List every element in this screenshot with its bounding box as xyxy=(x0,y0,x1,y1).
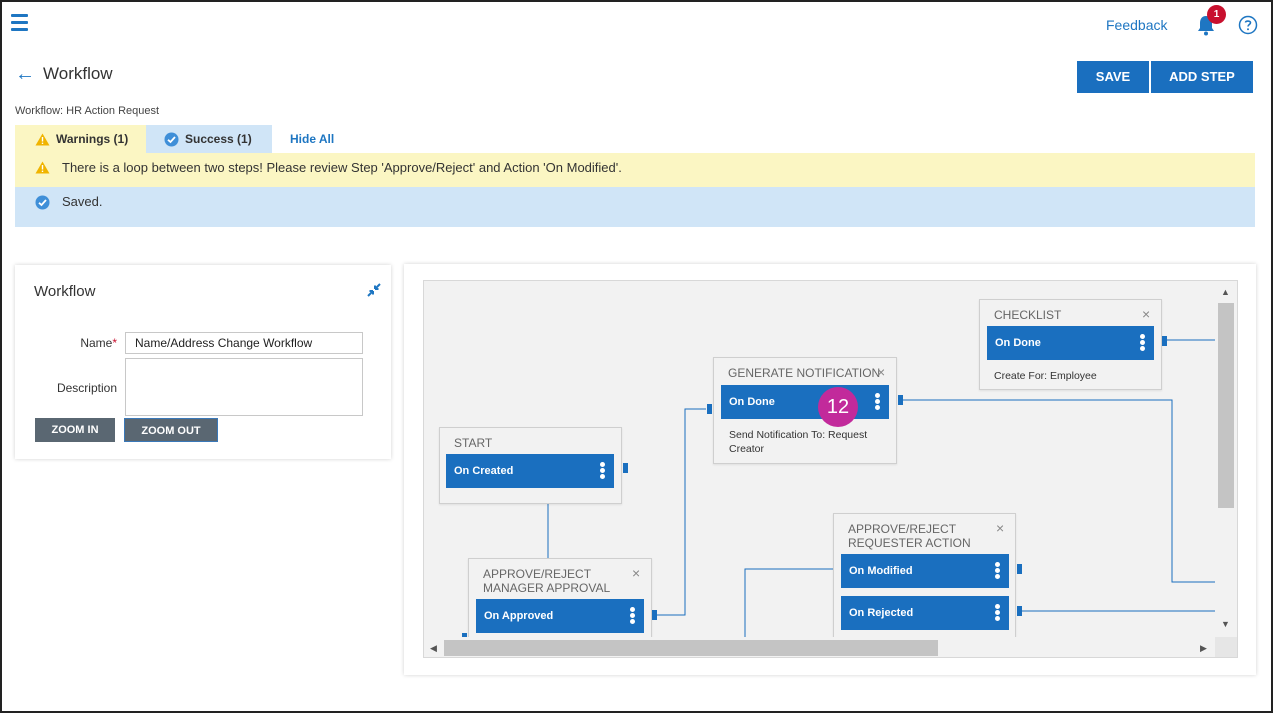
connector-port[interactable] xyxy=(1017,564,1022,574)
more-vertical-icon[interactable] xyxy=(995,604,1001,622)
save-button[interactable]: SAVE xyxy=(1077,61,1149,93)
workflow-form-card: Workflow Name* Description ZOOM IN ZOOM … xyxy=(15,265,391,459)
node-title: APPROVE/REJECT REQUESTER ACTION xyxy=(848,522,971,550)
connector-port[interactable] xyxy=(707,404,712,414)
required-mark: * xyxy=(112,336,117,350)
zoom-out-button[interactable]: ZOOM OUT xyxy=(124,418,218,442)
hide-all-link[interactable]: Hide All xyxy=(290,125,334,153)
step-number-badge: 12 xyxy=(818,387,858,427)
scroll-up-icon[interactable]: ▲ xyxy=(1221,287,1230,297)
vertical-scroll-thumb[interactable] xyxy=(1218,303,1234,508)
generate-notification-node[interactable]: GENERATE NOTIFICATION × On Done Send Not… xyxy=(713,357,897,464)
connector-port[interactable] xyxy=(652,610,657,620)
warning-message-bar: There is a loop between two steps! Pleas… xyxy=(15,153,1255,187)
tab-success-label: Success (1) xyxy=(185,132,252,146)
connector-port[interactable] xyxy=(898,395,903,405)
close-icon[interactable]: × xyxy=(1142,306,1150,322)
close-icon[interactable]: × xyxy=(877,364,885,380)
menu-icon[interactable] xyxy=(11,14,28,34)
on-approved-action[interactable]: On Approved xyxy=(476,599,644,633)
close-icon[interactable]: × xyxy=(632,565,640,581)
node-note: Send Notification To: Request xyxy=(729,429,868,441)
scroll-down-icon[interactable]: ▼ xyxy=(1221,619,1230,629)
notification-badge: 1 xyxy=(1207,5,1226,24)
action-label: On Modified xyxy=(849,565,913,577)
connector-port[interactable] xyxy=(1017,606,1022,616)
start-node[interactable]: START On Created xyxy=(439,427,622,504)
vertical-scrollbar[interactable]: ▲ ▼ xyxy=(1215,281,1237,657)
workflow-subtitle: Workflow: HR Action Request xyxy=(15,105,160,117)
action-label: On Rejected xyxy=(849,607,914,619)
feedback-link[interactable]: Feedback xyxy=(1106,17,1167,33)
node-note: Create For: Employee xyxy=(994,370,1097,382)
tab-warnings-label: Warnings (1) xyxy=(56,132,129,146)
action-label: On Created xyxy=(454,465,514,477)
node-title: START xyxy=(454,436,493,450)
workflow-canvas[interactable]: START On Created GENERATE NOTIFICATION ×… xyxy=(423,280,1238,658)
name-label: Name* xyxy=(80,336,117,350)
form-title: Workflow xyxy=(34,283,96,300)
warning-icon xyxy=(35,133,50,146)
warning-icon xyxy=(35,161,50,174)
help-icon[interactable] xyxy=(1238,15,1258,35)
tab-warnings[interactable]: Warnings (1) xyxy=(15,125,146,153)
warning-message-text: There is a loop between two steps! Pleas… xyxy=(62,160,622,175)
on-modified-action[interactable]: On Modified xyxy=(841,554,1009,588)
node-title: CHECKLIST xyxy=(994,308,1062,322)
workflow-canvas-card: START On Created GENERATE NOTIFICATION ×… xyxy=(404,264,1256,675)
back-arrow-icon[interactable]: ← xyxy=(15,64,35,84)
add-step-button[interactable]: ADD STEP xyxy=(1151,61,1253,93)
name-input[interactable] xyxy=(125,332,363,354)
node-title: APPROVE/REJECT MANAGER APPROVAL xyxy=(483,567,611,595)
description-label: Description xyxy=(56,381,117,395)
action-label: On Done xyxy=(995,337,1041,349)
success-message-text: Saved. xyxy=(62,194,103,209)
node-title: GENERATE NOTIFICATION xyxy=(728,366,881,380)
horizontal-scrollbar[interactable]: ◀ ▶ xyxy=(424,637,1215,657)
on-done-action[interactable]: On Done xyxy=(721,385,889,419)
on-created-action[interactable]: On Created xyxy=(446,454,614,488)
more-vertical-icon[interactable] xyxy=(875,393,881,411)
connector-port[interactable] xyxy=(623,463,628,473)
success-message-bar: Saved. xyxy=(15,187,1255,227)
more-vertical-icon[interactable] xyxy=(600,462,606,480)
check-circle-icon xyxy=(35,195,50,210)
more-vertical-icon[interactable] xyxy=(1140,334,1146,352)
scroll-left-icon[interactable]: ◀ xyxy=(430,643,437,654)
more-vertical-icon[interactable] xyxy=(630,607,636,625)
action-label: On Approved xyxy=(484,610,554,622)
zoom-in-button[interactable]: ZOOM IN xyxy=(35,418,115,442)
horizontal-scroll-thumb[interactable] xyxy=(444,640,938,656)
check-circle-icon xyxy=(164,132,179,147)
connector-port[interactable] xyxy=(1162,336,1167,346)
page-title: Workflow xyxy=(43,64,113,83)
more-vertical-icon[interactable] xyxy=(995,562,1001,580)
node-note: Creator xyxy=(729,443,765,455)
collapse-icon[interactable] xyxy=(365,281,383,299)
description-input[interactable] xyxy=(125,358,363,416)
checklist-on-done-action[interactable]: On Done xyxy=(987,326,1154,360)
tab-success[interactable]: Success (1) xyxy=(146,125,272,153)
scroll-right-icon[interactable]: ▶ xyxy=(1200,643,1207,654)
checklist-node[interactable]: CHECKLIST × On Done Create For: Employee xyxy=(979,299,1162,390)
close-icon[interactable]: × xyxy=(996,520,1004,536)
action-label: On Done xyxy=(729,396,775,408)
on-rejected-action[interactable]: On Rejected xyxy=(841,596,1009,630)
scrollbar-corner xyxy=(1215,637,1237,657)
